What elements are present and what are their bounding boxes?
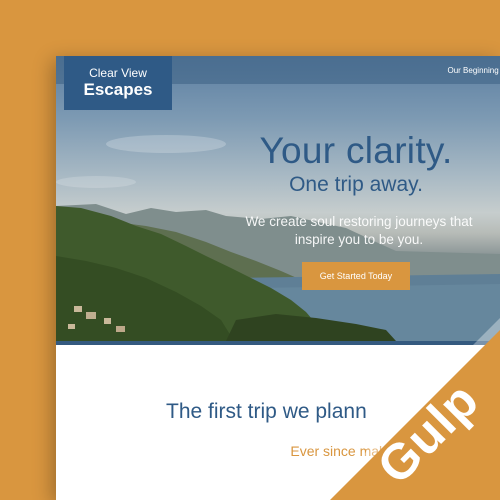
nav-links: Our Beginning Fe	[448, 66, 500, 75]
nav-link-our-beginning[interactable]: Our Beginning	[448, 66, 499, 75]
get-started-button[interactable]: Get Started Today	[302, 262, 410, 290]
hero-divider	[56, 341, 500, 345]
site-logo[interactable]: Clear View Escapes	[64, 56, 172, 110]
hero-section: Our Beginning Fe Clear View Escapes Your…	[56, 56, 500, 341]
logo-line-1: Clear View	[89, 66, 147, 80]
hero-tagline: We create soul restoring journeys that i…	[245, 214, 473, 247]
logo-line-2: Escapes	[83, 80, 153, 99]
hero-subheadline: One trip away.	[289, 173, 423, 196]
hero-headline: Your clarity.	[259, 130, 453, 171]
